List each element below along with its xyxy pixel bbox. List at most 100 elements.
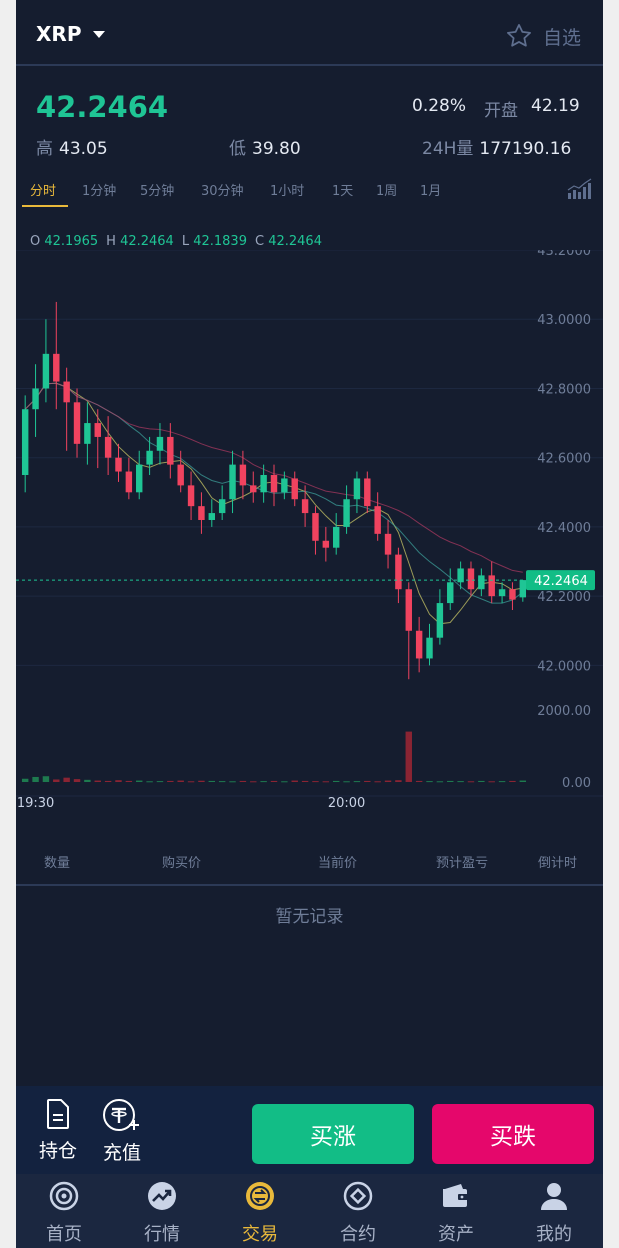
high-label: 高 [36,139,53,159]
ohlc-high: 42.2464 [120,234,174,249]
positions-button[interactable]: 持仓 [28,1098,88,1163]
interval-tab[interactable]: 30分钟 [201,180,244,199]
low-stat: 低 39.80 [229,134,301,159]
time-label: 19:30 [17,796,54,811]
candle-body [270,475,278,493]
volume-bar [115,780,122,782]
price-tick-label: 42.8000 [537,382,591,397]
candle-body [415,630,423,659]
volume-bar [509,780,516,782]
candle-body [177,464,184,486]
volume-bar [63,777,70,782]
ohlc-l-label: L [181,234,190,249]
tab-trade[interactable]: 交易 [228,1180,292,1246]
volume-bar [332,780,340,782]
time-label: 20:00 [328,796,365,811]
candlestick-chart[interactable]: 43.2000 43.0000 42.8000 42.6000 42.4000 42.20… [16,250,603,820]
volume-tick-label: 2000.00 [537,704,591,719]
volume-bar [488,781,495,783]
candle-body [21,409,29,475]
buy-down-button[interactable]: 买跌 [432,1104,594,1164]
price-tick-label: 42.2000 [537,590,591,605]
volume-bar [519,780,527,782]
volume-bar [250,781,257,783]
ohlc-readout: O 42.1965 H 42.2464 L 42.1839 C 42.2464 [30,234,322,249]
candle-body [281,478,288,493]
indicator-bars-icon[interactable] [567,178,593,200]
interval-tab[interactable]: 1月 [420,180,441,199]
candle-body [447,582,454,604]
positions-table-header: 数量 购买价 当前价 预计盈亏 倒计时 [16,846,603,886]
price-tick-label: 43.2000 [537,250,591,259]
favorite-label: 自选 [542,26,581,49]
tab-label: 首页 [46,1224,82,1245]
high-value: 43.05 [59,139,108,159]
candle-body [364,478,371,507]
trade-action-bar: 持仓 充值 买涨 买跌 [16,1086,603,1174]
column-estimated-pnl: 预计盈亏 [436,856,489,871]
trade-icon [246,1182,274,1210]
volume-bar [42,776,50,782]
volume-bar [260,781,267,783]
candle-body [125,471,133,493]
candle-body [519,580,527,598]
volume-bar [94,780,101,782]
volume-bar [301,780,309,782]
active-interval-indicator [22,205,68,207]
candle-body [187,485,195,507]
interval-tab[interactable]: 1周 [376,180,397,199]
current-price-label: 42.2464 [534,574,588,589]
last-price: 42.2464 [36,90,169,124]
tab-market[interactable]: 行情 [130,1180,194,1246]
candle-body [301,499,309,514]
interval-tab[interactable]: 5分钟 [140,180,174,199]
interval-tabs: 分时 1分钟 5分钟 30分钟 1小时 1天 1周 1月 [16,178,603,212]
trading-app: XRP 自选 42.2464 0.28% 开盘 42.19 高 43.05 低 39… [16,0,603,1248]
volume-bar [478,780,485,782]
candle-body [395,554,402,590]
volume-bar [208,780,216,782]
candle-body [208,513,216,520]
interval-tab[interactable]: 1分钟 [82,180,116,199]
candle-body [42,353,50,389]
tab-assets[interactable]: 资产 [424,1180,488,1246]
volume-bar [312,781,319,783]
tab-contract[interactable]: 合约 [326,1180,390,1246]
volume-value: 177190.16 [479,139,572,159]
candle-body [509,589,516,600]
interval-tab[interactable]: 分时 [30,180,56,199]
home-icon [49,1181,79,1211]
empty-records-note: 暂无记录 [275,907,344,927]
volume-bar [125,780,133,782]
volume-bar [343,781,350,783]
volume-bar [374,781,381,783]
volume-bar [447,780,454,782]
bottom-tab-bar: 首页 行情 交易 合约 资产 我的 [16,1174,603,1248]
price-summary: 42.2464 0.28% 开盘 42.19 高 43.05 低 39.80 24H… [16,68,603,178]
caret-down-icon [93,30,106,38]
interval-tab[interactable]: 1小时 [270,180,304,199]
buy-up-button[interactable]: 买涨 [252,1104,414,1164]
ohlc-close: 42.2464 [268,234,322,249]
favorite-button[interactable]: 自选 [505,22,581,50]
deposit-button[interactable]: 充值 [92,1098,152,1165]
volume-bar [291,780,298,782]
volume-stat: 24H量 177190.16 [422,134,571,159]
tab-label: 合约 [340,1224,376,1245]
candle-body [84,423,91,444]
candle-body [467,568,475,590]
column-quantity: 数量 [44,856,71,871]
candle-body [353,478,361,500]
candle-body [73,402,81,444]
volume-bar [104,780,112,782]
tab-home[interactable]: 首页 [32,1180,96,1246]
interval-tab[interactable]: 1天 [332,180,353,199]
volume-bar [146,781,153,783]
tab-profile[interactable]: 我的 [522,1180,586,1246]
tab-label: 交易 [242,1224,278,1245]
candle-body [260,475,267,493]
symbol-selector[interactable]: XRP [36,22,106,46]
ohlc-c-label: C [254,234,265,249]
candle-body [426,637,433,659]
tab-label: 行情 [144,1224,180,1245]
